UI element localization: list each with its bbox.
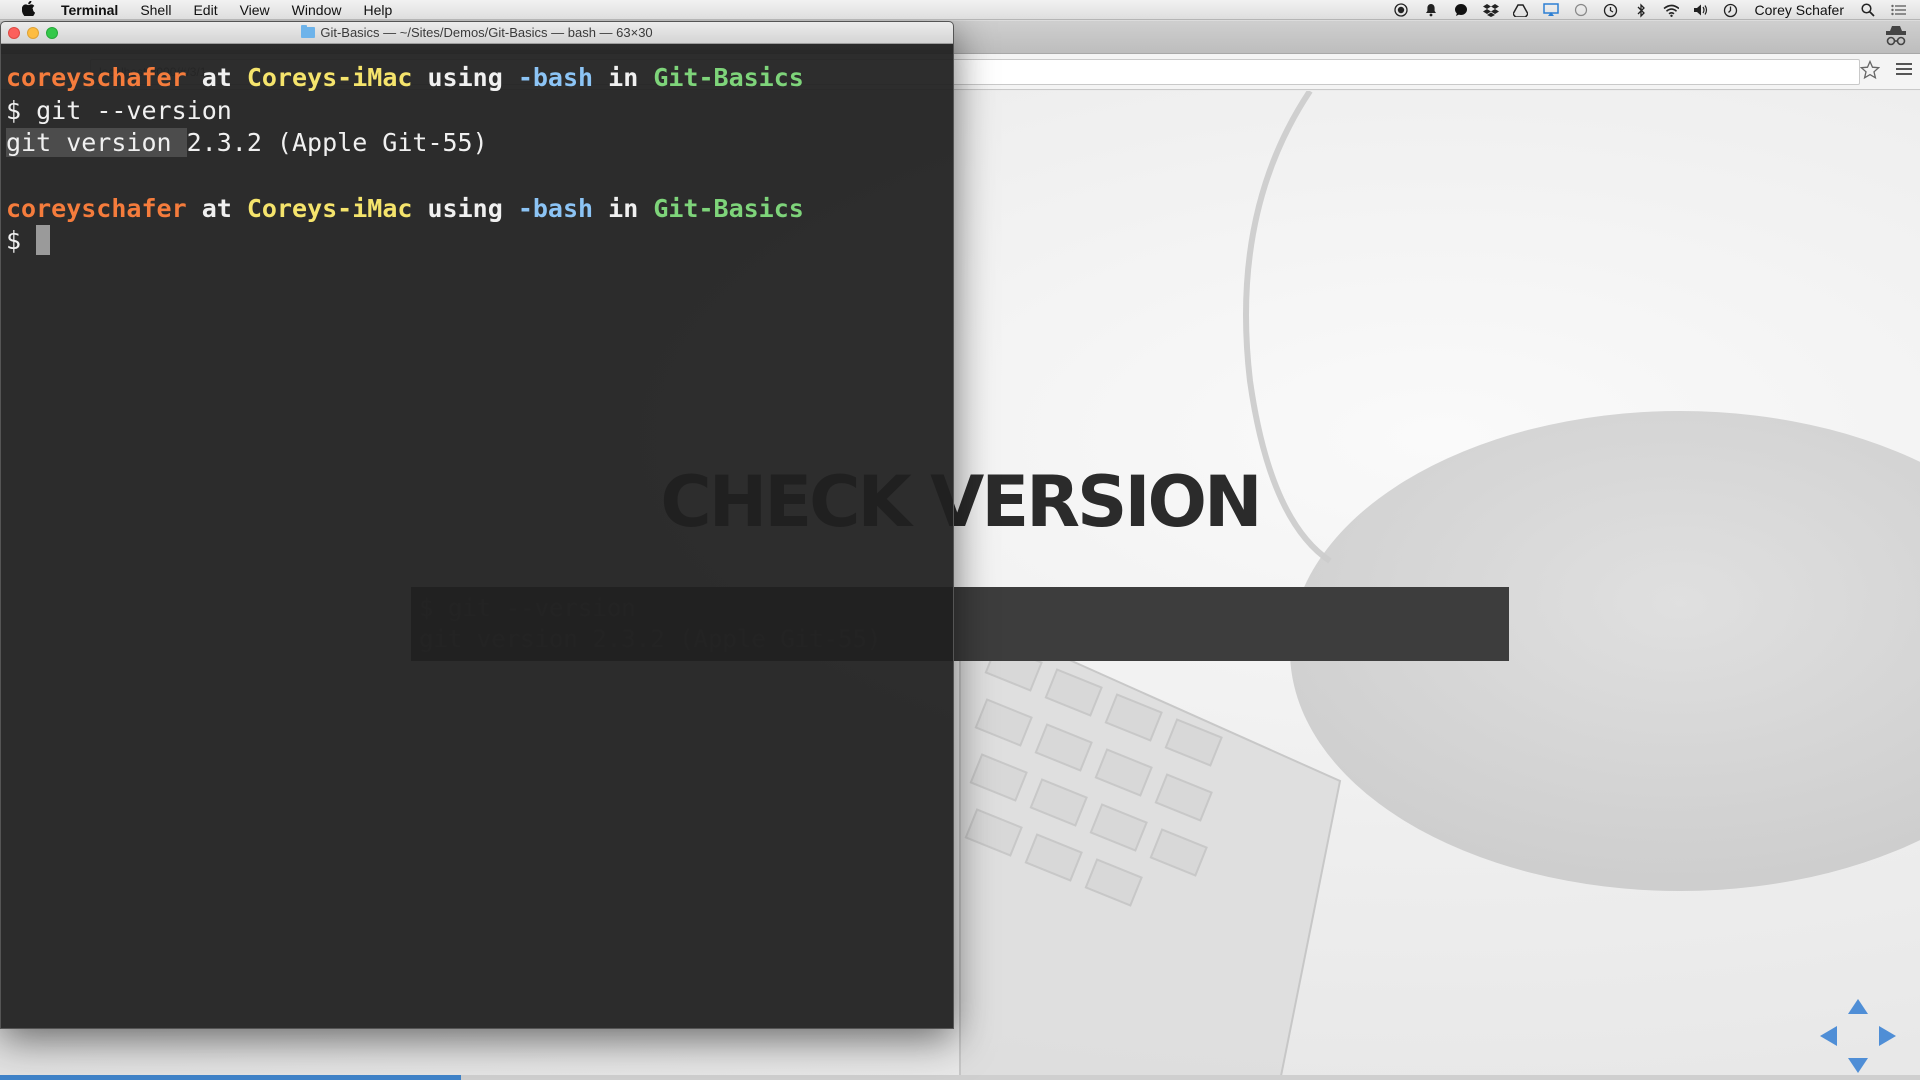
browser-menu-icon[interactable] xyxy=(1896,63,1912,79)
terminal-output[interactable]: coreyschafer at Coreys-iMac using -bash … xyxy=(1,44,953,1028)
prompt-dir: Git-Basics xyxy=(653,63,804,92)
user-name[interactable]: Corey Schafer xyxy=(1755,2,1844,18)
bluetooth-icon[interactable] xyxy=(1633,2,1649,18)
prompt-at: at xyxy=(201,193,232,223)
terminal-window[interactable]: Git-Basics — ~/Sites/Demos/Git-Basics — … xyxy=(0,21,954,1029)
menu-help[interactable]: Help xyxy=(352,0,403,20)
terminal-title: Git-Basics — ~/Sites/Demos/Git-Basics — … xyxy=(320,25,653,40)
menu-terminal[interactable]: Terminal xyxy=(50,0,129,20)
prompt-symbol: $ xyxy=(6,226,22,256)
prompt-using: using xyxy=(427,63,503,92)
text-cursor xyxy=(36,225,51,256)
prompt-line-2: coreyschafer at Coreys-iMac using -bash … xyxy=(6,193,948,226)
prompt-using: using xyxy=(427,193,503,223)
prompt-shell: -bash xyxy=(517,193,594,223)
minimize-window-button[interactable] xyxy=(27,27,39,39)
prompt-in: in xyxy=(608,63,639,92)
nav-up-arrow-icon[interactable] xyxy=(1848,999,1868,1014)
terminal-title-bar[interactable]: Git-Basics — ~/Sites/Demos/Git-Basics — … xyxy=(1,22,953,44)
prompt-in: in xyxy=(608,193,639,223)
output-line: git version 2.3.2 (Apple Git-55) xyxy=(6,127,948,160)
notification-center-icon[interactable] xyxy=(1890,2,1906,18)
menu-edit[interactable]: Edit xyxy=(182,0,228,20)
presentation-progress-fill xyxy=(0,1075,461,1080)
zoom-window-button[interactable] xyxy=(46,27,58,39)
prompt-shell: -bash xyxy=(517,63,594,92)
nav-left-arrow-icon[interactable] xyxy=(1820,1026,1837,1046)
prompt-line: coreyschafer at Coreys-iMac using -bash … xyxy=(6,62,948,95)
record-icon[interactable] xyxy=(1393,2,1409,18)
menu-window[interactable]: Window xyxy=(281,0,353,20)
folder-icon xyxy=(301,25,316,38)
google-drive-icon[interactable] xyxy=(1513,2,1529,18)
dropbox-icon[interactable] xyxy=(1482,2,1499,18)
prompt-user: coreyschafer xyxy=(6,193,187,223)
input-line[interactable]: $ xyxy=(6,225,948,258)
prompt-dir: Git-Basics xyxy=(653,193,804,223)
nav-right-arrow-icon[interactable] xyxy=(1879,1026,1896,1046)
speech-bubble-icon[interactable] xyxy=(1453,2,1469,18)
menu-shell[interactable]: Shell xyxy=(129,0,182,20)
apple-menu-icon[interactable] xyxy=(18,0,38,19)
command-text: git --version xyxy=(36,95,232,125)
bookmark-star-icon[interactable] xyxy=(1859,59,1882,82)
airplay-display-icon[interactable] xyxy=(1542,2,1559,18)
menu-view[interactable]: View xyxy=(229,0,281,20)
prompt-symbol: $ xyxy=(6,95,22,125)
status-area: Corey Schafer xyxy=(1393,0,1906,20)
close-window-button[interactable] xyxy=(8,27,20,39)
prompt-host: Coreys-iMac xyxy=(246,63,413,92)
circle-status-icon[interactable] xyxy=(1573,2,1589,18)
menu-bar: Terminal Shell Edit View Window Help Cor… xyxy=(0,0,1920,20)
spotlight-search-icon[interactable] xyxy=(1860,2,1876,18)
prompt-user: coreyschafer xyxy=(6,63,187,92)
presentation-progress-bar xyxy=(0,1075,1920,1080)
clock-icon[interactable] xyxy=(1723,2,1739,18)
slide-navigation-controls xyxy=(1820,999,1896,1073)
prompt-at: at xyxy=(201,63,232,92)
selected-output-text[interactable]: git version xyxy=(6,128,187,158)
nav-down-arrow-icon[interactable] xyxy=(1848,1058,1868,1073)
incognito-icon xyxy=(1882,24,1910,50)
wifi-icon[interactable] xyxy=(1663,2,1679,18)
notification-bell-icon[interactable] xyxy=(1423,2,1439,18)
volume-icon[interactable] xyxy=(1693,2,1709,18)
prompt-host: Coreys-iMac xyxy=(246,193,413,223)
time-machine-icon[interactable] xyxy=(1603,2,1619,18)
command-line: $ git --version xyxy=(6,95,948,128)
output-text[interactable]: 2.3.2 (Apple Git-55) xyxy=(187,128,488,157)
